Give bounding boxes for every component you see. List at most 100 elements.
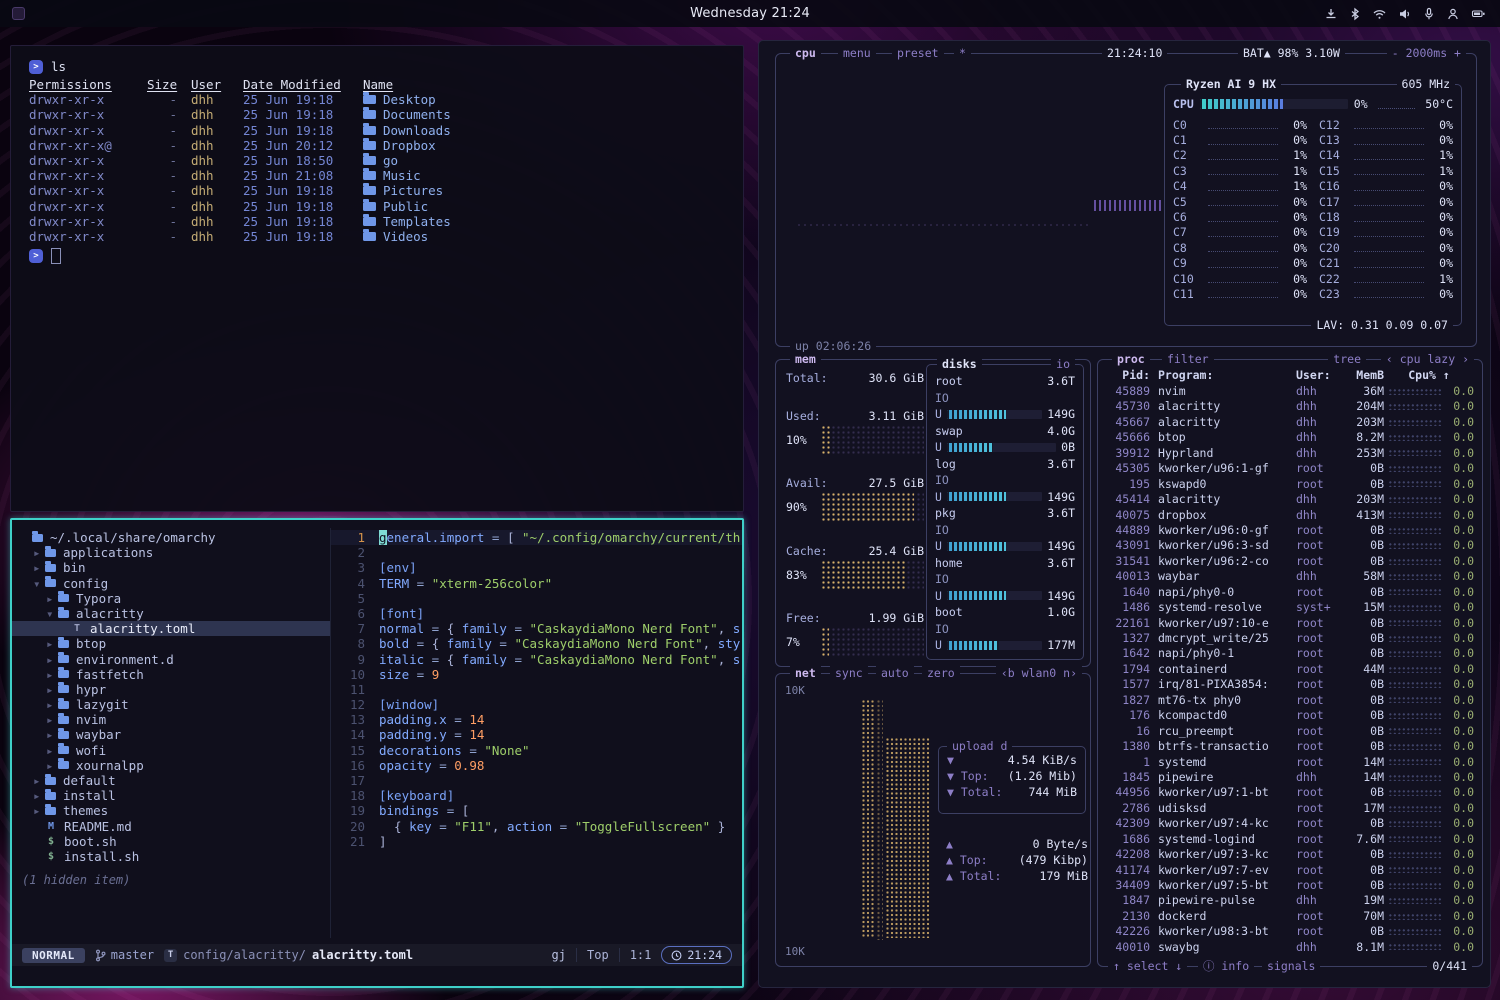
net-sync-button[interactable]: sync (830, 666, 868, 681)
tree-item-hypr[interactable]: ▸hypr (12, 682, 330, 697)
code-line-11[interactable]: 11 (331, 682, 742, 697)
process-row-42309[interactable]: 42309kworker/u97:4-kcroot0B0.0 (1106, 816, 1474, 831)
process-row-1486[interactable]: 1486systemd-resolvesyst+15M0.0 (1106, 600, 1474, 615)
process-row-40010[interactable]: 40010swaybgdhh8.1M0.0 (1106, 940, 1474, 955)
io-mode-button[interactable]: io (1051, 357, 1075, 372)
proc-box-title[interactable]: proc (1112, 352, 1150, 367)
code-line-5[interactable]: 5 (331, 591, 742, 606)
code-line-4[interactable]: 4TERM = "xterm-256color" (331, 576, 742, 591)
process-row-45889[interactable]: 45889nvimdhh36M0.0 (1106, 384, 1474, 399)
tree-item-waybar[interactable]: ▸waybar (12, 727, 330, 742)
signals-hint[interactable]: signals (1262, 959, 1320, 974)
tree-item-fastfetch[interactable]: ▸fastfetch (12, 667, 330, 682)
tree-item-nvim[interactable]: ▸nvim (12, 712, 330, 727)
col-pid[interactable]: Pid: (1106, 368, 1150, 382)
process-row-40013[interactable]: 40013waybardhh58M0.0 (1106, 569, 1474, 584)
btop-window[interactable]: cpu menu preset * 21:24:10 BAT▲ 98% 3.10… (758, 40, 1491, 988)
tree-item-environment.d[interactable]: ▸environment.d (12, 652, 330, 667)
process-row-42208[interactable]: 42208kworker/u97:3-kcroot0B0.0 (1106, 847, 1474, 862)
download-tray-icon[interactable] (1324, 7, 1338, 21)
file-name[interactable]: Music (363, 168, 743, 183)
sort-selector[interactable]: ‹ cpu lazy › (1381, 352, 1474, 367)
code-line-9[interactable]: 9italic = { family = "CaskaydiaMono Nerd… (331, 652, 742, 667)
file-name[interactable]: go (363, 153, 743, 168)
process-row-1827[interactable]: 1827mt76-tx phy0root0B0.0 (1106, 693, 1474, 708)
net-interface-selector[interactable]: ‹b wlan0 n› (996, 666, 1082, 681)
process-row-45305[interactable]: 45305kworker/u96:1-gfroot0B0.0 (1106, 461, 1474, 476)
tree-item-applications[interactable]: ▸applications (12, 545, 330, 560)
process-row-195[interactable]: 195kswapd0root0B0.0 (1106, 477, 1474, 492)
process-row-1642[interactable]: 1642napi/phy0-1root0B0.0 (1106, 646, 1474, 661)
process-row-40075[interactable]: 40075dropboxdhh413M0.0 (1106, 508, 1474, 523)
code-line-1[interactable]: 1general.import = [ "~/.config/omarchy/c… (331, 530, 742, 545)
tree-item-xournalpp[interactable]: ▸xournalpp (12, 758, 330, 773)
process-row-1686[interactable]: 1686systemd-logindroot7.6M0.0 (1106, 832, 1474, 847)
process-row-1380[interactable]: 1380btrfs-transactioroot0B0.0 (1106, 739, 1474, 754)
file-name[interactable]: Templates (363, 214, 743, 229)
code-line-13[interactable]: 13padding.x = 14 (331, 712, 742, 727)
code-line-18[interactable]: 18[keyboard] (331, 788, 742, 803)
process-row-176[interactable]: 176kcompactd0root0B0.0 (1106, 708, 1474, 723)
info-hint[interactable]: ⓘ info (1198, 959, 1254, 974)
tree-item-~/.local/share/omarchy[interactable]: ~/.local/share/omarchy (12, 530, 330, 545)
process-row-22161[interactable]: 22161kworker/u97:10-eroot0B0.0 (1106, 616, 1474, 631)
process-row-1640[interactable]: 1640napi/phy0-0root0B0.0 (1106, 585, 1474, 600)
tree-item-install[interactable]: ▸install (12, 788, 330, 803)
shell-prompt-line[interactable]: > (29, 247, 743, 264)
col-memory[interactable]: MemB (1342, 368, 1384, 382)
net-box-title[interactable]: net (790, 666, 821, 681)
tree-item-default[interactable]: ▸default (12, 773, 330, 788)
process-row-1847[interactable]: 1847pipewire-pulsedhh19M0.0 (1106, 893, 1474, 908)
process-row-44956[interactable]: 44956kworker/u97:1-btroot0B0.0 (1106, 785, 1474, 800)
editor-buffer[interactable]: 1general.import = [ "~/.config/omarchy/c… (331, 528, 742, 938)
tree-item-Typora[interactable]: ▸Typora (12, 591, 330, 606)
col-user[interactable]: User: (1296, 368, 1342, 382)
file-name[interactable]: Pictures (363, 183, 743, 198)
refresh-rate-control[interactable]: - 2000ms + (1387, 46, 1466, 61)
preset-button[interactable]: preset (892, 46, 944, 61)
file-name[interactable]: Videos (363, 229, 743, 244)
process-row-1794[interactable]: 1794containerdroot44M0.0 (1106, 662, 1474, 677)
process-row-1577[interactable]: 1577irq/81-PIXA3854:root0B0.0 (1106, 677, 1474, 692)
code-line-19[interactable]: 19bindings = [ (331, 803, 742, 818)
process-row-45667[interactable]: 45667alacrittydhh203M0.0 (1106, 415, 1474, 430)
topbar-clock[interactable]: Wednesday 21:24 (690, 6, 810, 21)
process-row-1845[interactable]: 1845pipewiredhh14M0.0 (1106, 770, 1474, 785)
select-hint[interactable]: ↑ select ↓ (1108, 959, 1187, 974)
wifi-icon[interactable] (1372, 7, 1387, 21)
net-auto-button[interactable]: auto (876, 666, 914, 681)
code-line-14[interactable]: 14padding.y = 14 (331, 727, 742, 742)
tree-item-lazygit[interactable]: ▸lazygit (12, 697, 330, 712)
code-line-15[interactable]: 15decorations = "None" (331, 743, 742, 758)
microphone-icon[interactable] (1423, 7, 1435, 21)
code-line-16[interactable]: 16opacity = 0.98 (331, 758, 742, 773)
cpu-box-title[interactable]: cpu (790, 46, 821, 61)
file-name[interactable]: Dropbox (363, 138, 743, 153)
file-name[interactable]: Public (363, 199, 743, 214)
tree-item-themes[interactable]: ▸themes (12, 803, 330, 818)
process-row-41174[interactable]: 41174kworker/u97:7-evroot0B0.0 (1106, 863, 1474, 878)
process-row-42226[interactable]: 42226kworker/u98:3-btroot0B0.0 (1106, 924, 1474, 939)
process-row-44889[interactable]: 44889kworker/u96:0-gfroot0B0.0 (1106, 523, 1474, 538)
launcher-icon[interactable] (12, 7, 25, 20)
menu-button[interactable]: menu (838, 46, 876, 61)
tree-item-README.md[interactable]: MREADME.md (12, 819, 330, 834)
process-row-39912[interactable]: 39912Hyprlanddhh253M0.0 (1106, 446, 1474, 461)
code-line-10[interactable]: 10size = 9 (331, 667, 742, 682)
process-row-1327[interactable]: 1327dmcrypt_write/25root0B0.0 (1106, 631, 1474, 646)
process-row-1[interactable]: 1systemdroot14M0.0 (1106, 755, 1474, 770)
tree-item-boot.sh[interactable]: $boot.sh (12, 834, 330, 849)
filter-button[interactable]: filter (1162, 352, 1214, 367)
process-row-45414[interactable]: 45414alacrittydhh203M0.0 (1106, 492, 1474, 507)
process-row-45730[interactable]: 45730alacrittydhh204M0.0 (1106, 399, 1474, 414)
neovim-window[interactable]: ~/.local/share/omarchy▸applications▸bin▾… (10, 518, 744, 988)
user-icon[interactable] (1446, 7, 1460, 21)
net-stats-title[interactable]: upload d (947, 739, 1012, 754)
disks-title[interactable]: disks (937, 357, 982, 372)
code-line-2[interactable]: 2 (331, 545, 742, 560)
code-line-6[interactable]: 6[font] (331, 606, 742, 621)
code-line-20[interactable]: 20 { key = "F11", action = "ToggleFullsc… (331, 819, 742, 834)
process-row-34409[interactable]: 34409kworker/u97:5-btroot0B0.0 (1106, 878, 1474, 893)
process-row-31541[interactable]: 31541kworker/u96:2-coroot0B0.0 (1106, 554, 1474, 569)
code-line-17[interactable]: 17 (331, 773, 742, 788)
